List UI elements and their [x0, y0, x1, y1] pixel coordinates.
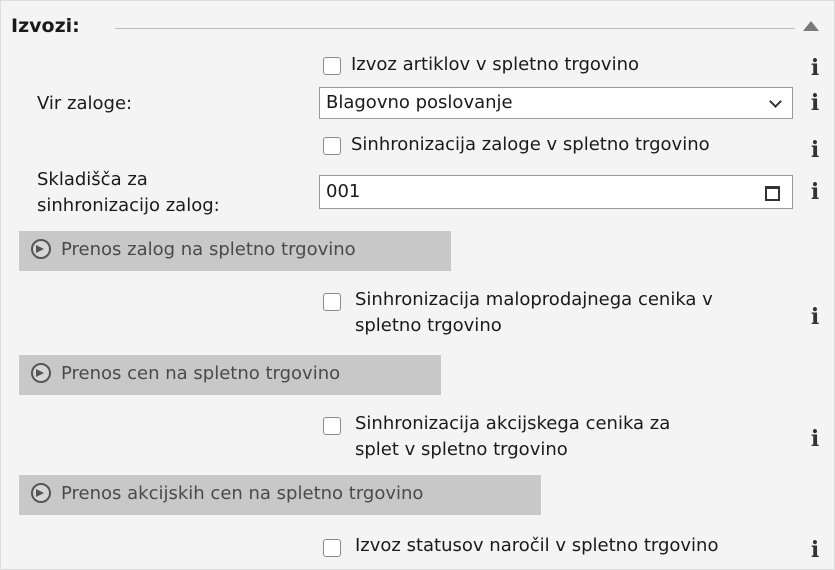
transfer-prices-button[interactable]: Prenos cen na spletno trgovino — [19, 355, 441, 395]
info-icon[interactable]: i — [805, 57, 825, 79]
arrow-circle-icon — [31, 483, 51, 503]
warehouses-value: 001 — [326, 181, 361, 202]
sync-stock-checkbox[interactable] — [323, 137, 341, 155]
arrow-circle-icon — [31, 239, 51, 259]
stock-source-value: Blagovno poslovanje — [326, 92, 513, 113]
section-divider — [115, 28, 795, 29]
export-items-label: Izvoz artiklov v spletno trgovino — [351, 54, 639, 75]
info-icon[interactable]: i — [805, 306, 825, 328]
arrow-circle-icon — [31, 363, 51, 383]
sync-stock-label: Sinhronizacija zaloge v spletno trgovino — [351, 134, 710, 155]
info-icon[interactable]: i — [805, 181, 825, 203]
warehouses-label-line2: sinhronizacijo zalog: — [37, 195, 220, 216]
stock-source-select[interactable]: Blagovno poslovanje — [319, 87, 793, 119]
sync-promo-checkbox[interactable] — [323, 417, 341, 435]
section-header[interactable]: Izvozi: — [5, 13, 825, 41]
stock-source-label: Vir zaloge: — [37, 93, 133, 114]
sync-retail-checkbox[interactable] — [323, 293, 341, 311]
chevron-down-icon — [769, 95, 782, 108]
transfer-promo-label: Prenos akcijskih cen na spletno trgovino — [61, 483, 424, 504]
collapse-icon[interactable] — [803, 21, 819, 31]
sync-retail-label-line1: Sinhronizacija maloprodajnega cenika v — [355, 289, 713, 310]
info-icon[interactable]: i — [805, 539, 825, 561]
info-icon[interactable]: i — [805, 139, 825, 161]
window-icon[interactable] — [765, 186, 780, 201]
info-icon[interactable]: i — [805, 428, 825, 450]
info-icon[interactable]: i — [805, 92, 825, 114]
transfer-prices-label: Prenos cen na spletno trgovino — [61, 363, 341, 384]
sync-promo-label-line2: splet v spletno trgovino — [355, 439, 568, 460]
transfer-stock-label: Prenos zalog na spletno trgovino — [61, 239, 356, 260]
export-items-checkbox[interactable] — [323, 57, 341, 75]
export-order-status-checkbox[interactable] — [323, 539, 341, 557]
transfer-promo-button[interactable]: Prenos akcijskih cen na spletno trgovino — [19, 475, 541, 515]
sync-promo-label-line1: Sinhronizacija akcijskega cenika za — [355, 413, 671, 434]
sync-retail-label-line2: spletno trgovino — [355, 315, 502, 336]
export-settings-panel: Izvozi: Izvoz artiklov v spletno trgovin… — [0, 0, 835, 570]
warehouses-label-line1: Skladišča za — [37, 169, 148, 190]
transfer-stock-button[interactable]: Prenos zalog na spletno trgovino — [19, 231, 451, 271]
export-order-status-label: Izvoz statusov naročil v spletno trgovin… — [355, 535, 719, 556]
warehouses-field[interactable]: 001 — [319, 175, 793, 209]
section-title: Izvozi: — [11, 15, 80, 37]
